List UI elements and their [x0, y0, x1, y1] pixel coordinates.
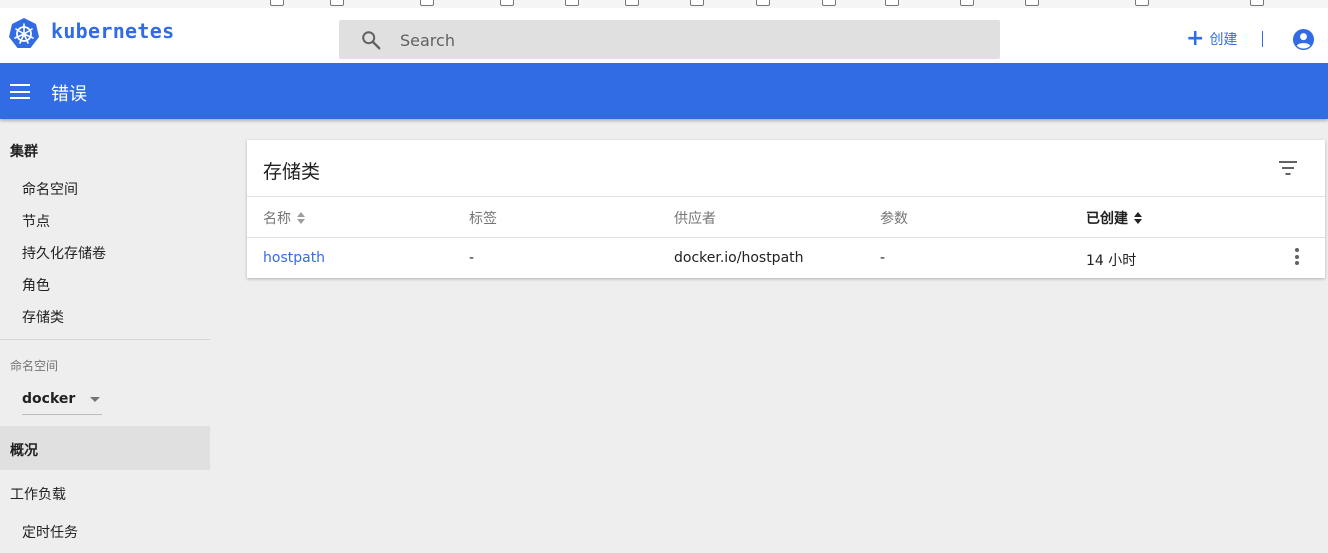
search-input[interactable]	[400, 28, 980, 52]
bookmark-folder-icon[interactable]	[1135, 0, 1149, 6]
sidebar-section-workloads[interactable]: 工作负载	[10, 484, 66, 504]
sidebar-item-nodes[interactable]: 节点	[22, 211, 50, 231]
sidebar-item-cronjobs[interactable]: 定时任务	[22, 522, 78, 542]
column-header-labels: 标签	[469, 211, 497, 227]
create-button-label: 创建	[1209, 32, 1238, 48]
column-header-created-label: 已创建	[1086, 211, 1128, 227]
header-divider	[1262, 31, 1263, 47]
sort-arrows-icon[interactable]	[1134, 211, 1144, 225]
sidebar-item-storage-classes[interactable]: 存储类	[22, 307, 64, 327]
app-bar	[0, 63, 1328, 119]
bookmark-folder-icon[interactable]	[1250, 0, 1264, 6]
plus-icon: +	[1186, 26, 1205, 51]
storage-class-labels: -	[469, 250, 475, 266]
sidebar-section-cluster[interactable]: 集群	[10, 141, 38, 161]
sidebar-item-overview[interactable]: 概况	[10, 440, 38, 460]
namespace-select[interactable]: docker	[22, 388, 102, 415]
table-header-divider	[247, 237, 1325, 238]
sort-arrows-icon[interactable]	[297, 211, 307, 225]
column-header-created[interactable]: 已创建	[1086, 208, 1144, 228]
account-circle-icon[interactable]	[1292, 28, 1315, 51]
bookmark-folder-icon[interactable]	[565, 0, 579, 6]
brand-name[interactable]: kubernetes	[51, 19, 174, 43]
filter-list-icon[interactable]	[1279, 161, 1299, 175]
card-title: 存储类	[263, 161, 321, 183]
column-header-name-label: 名称	[263, 211, 291, 227]
storage-class-provisioner: docker.io/hostpath	[674, 250, 804, 266]
sidebar-item-roles[interactable]: 角色	[22, 275, 50, 295]
bookmarks-bar	[0, 0, 1328, 8]
storage-class-created: 14 小时	[1086, 253, 1137, 269]
search-icon	[362, 31, 381, 50]
page-title: 错误	[51, 84, 87, 105]
sidebar-item-namespaces[interactable]: 命名空间	[22, 179, 78, 199]
kubernetes-logo-icon[interactable]	[8, 17, 40, 49]
bookmark-folder-icon[interactable]	[885, 0, 899, 6]
sidebar-item-persistent-volumes[interactable]: 持久化存储卷	[22, 243, 106, 263]
more-vert-icon[interactable]	[1293, 248, 1301, 268]
bookmark-folder-icon[interactable]	[500, 0, 514, 6]
bookmark-folder-icon[interactable]	[690, 0, 704, 6]
storage-class-name-link[interactable]: hostpath	[263, 250, 325, 266]
card-divider	[247, 196, 1325, 197]
bookmark-folder-icon[interactable]	[960, 0, 974, 6]
bookmark-folder-icon[interactable]	[822, 0, 836, 6]
bookmark-folder-icon[interactable]	[330, 0, 344, 6]
create-button[interactable]: + 创建	[1186, 26, 1238, 51]
column-header-provisioner: 供应者	[674, 211, 716, 227]
column-header-parameters: 参数	[880, 211, 908, 227]
arrow-drop-down-icon	[90, 397, 100, 402]
storage-class-card: 存储类 名称 标签 供应者 参数 已创建 hostpath - docker.i…	[247, 140, 1325, 278]
bookmark-folder-icon[interactable]	[420, 0, 434, 6]
namespace-label: 命名空间	[10, 359, 59, 373]
sidebar-divider	[0, 339, 210, 340]
namespace-select-value: docker	[22, 391, 76, 407]
bookmark-folder-icon[interactable]	[756, 0, 770, 6]
bookmark-folder-icon[interactable]	[1025, 0, 1039, 6]
column-header-name[interactable]: 名称	[263, 208, 307, 228]
bookmark-folder-icon[interactable]	[625, 0, 639, 6]
bookmark-folder-icon[interactable]	[270, 0, 284, 6]
storage-class-parameters: -	[880, 250, 886, 266]
hamburger-menu-icon[interactable]	[10, 84, 30, 99]
